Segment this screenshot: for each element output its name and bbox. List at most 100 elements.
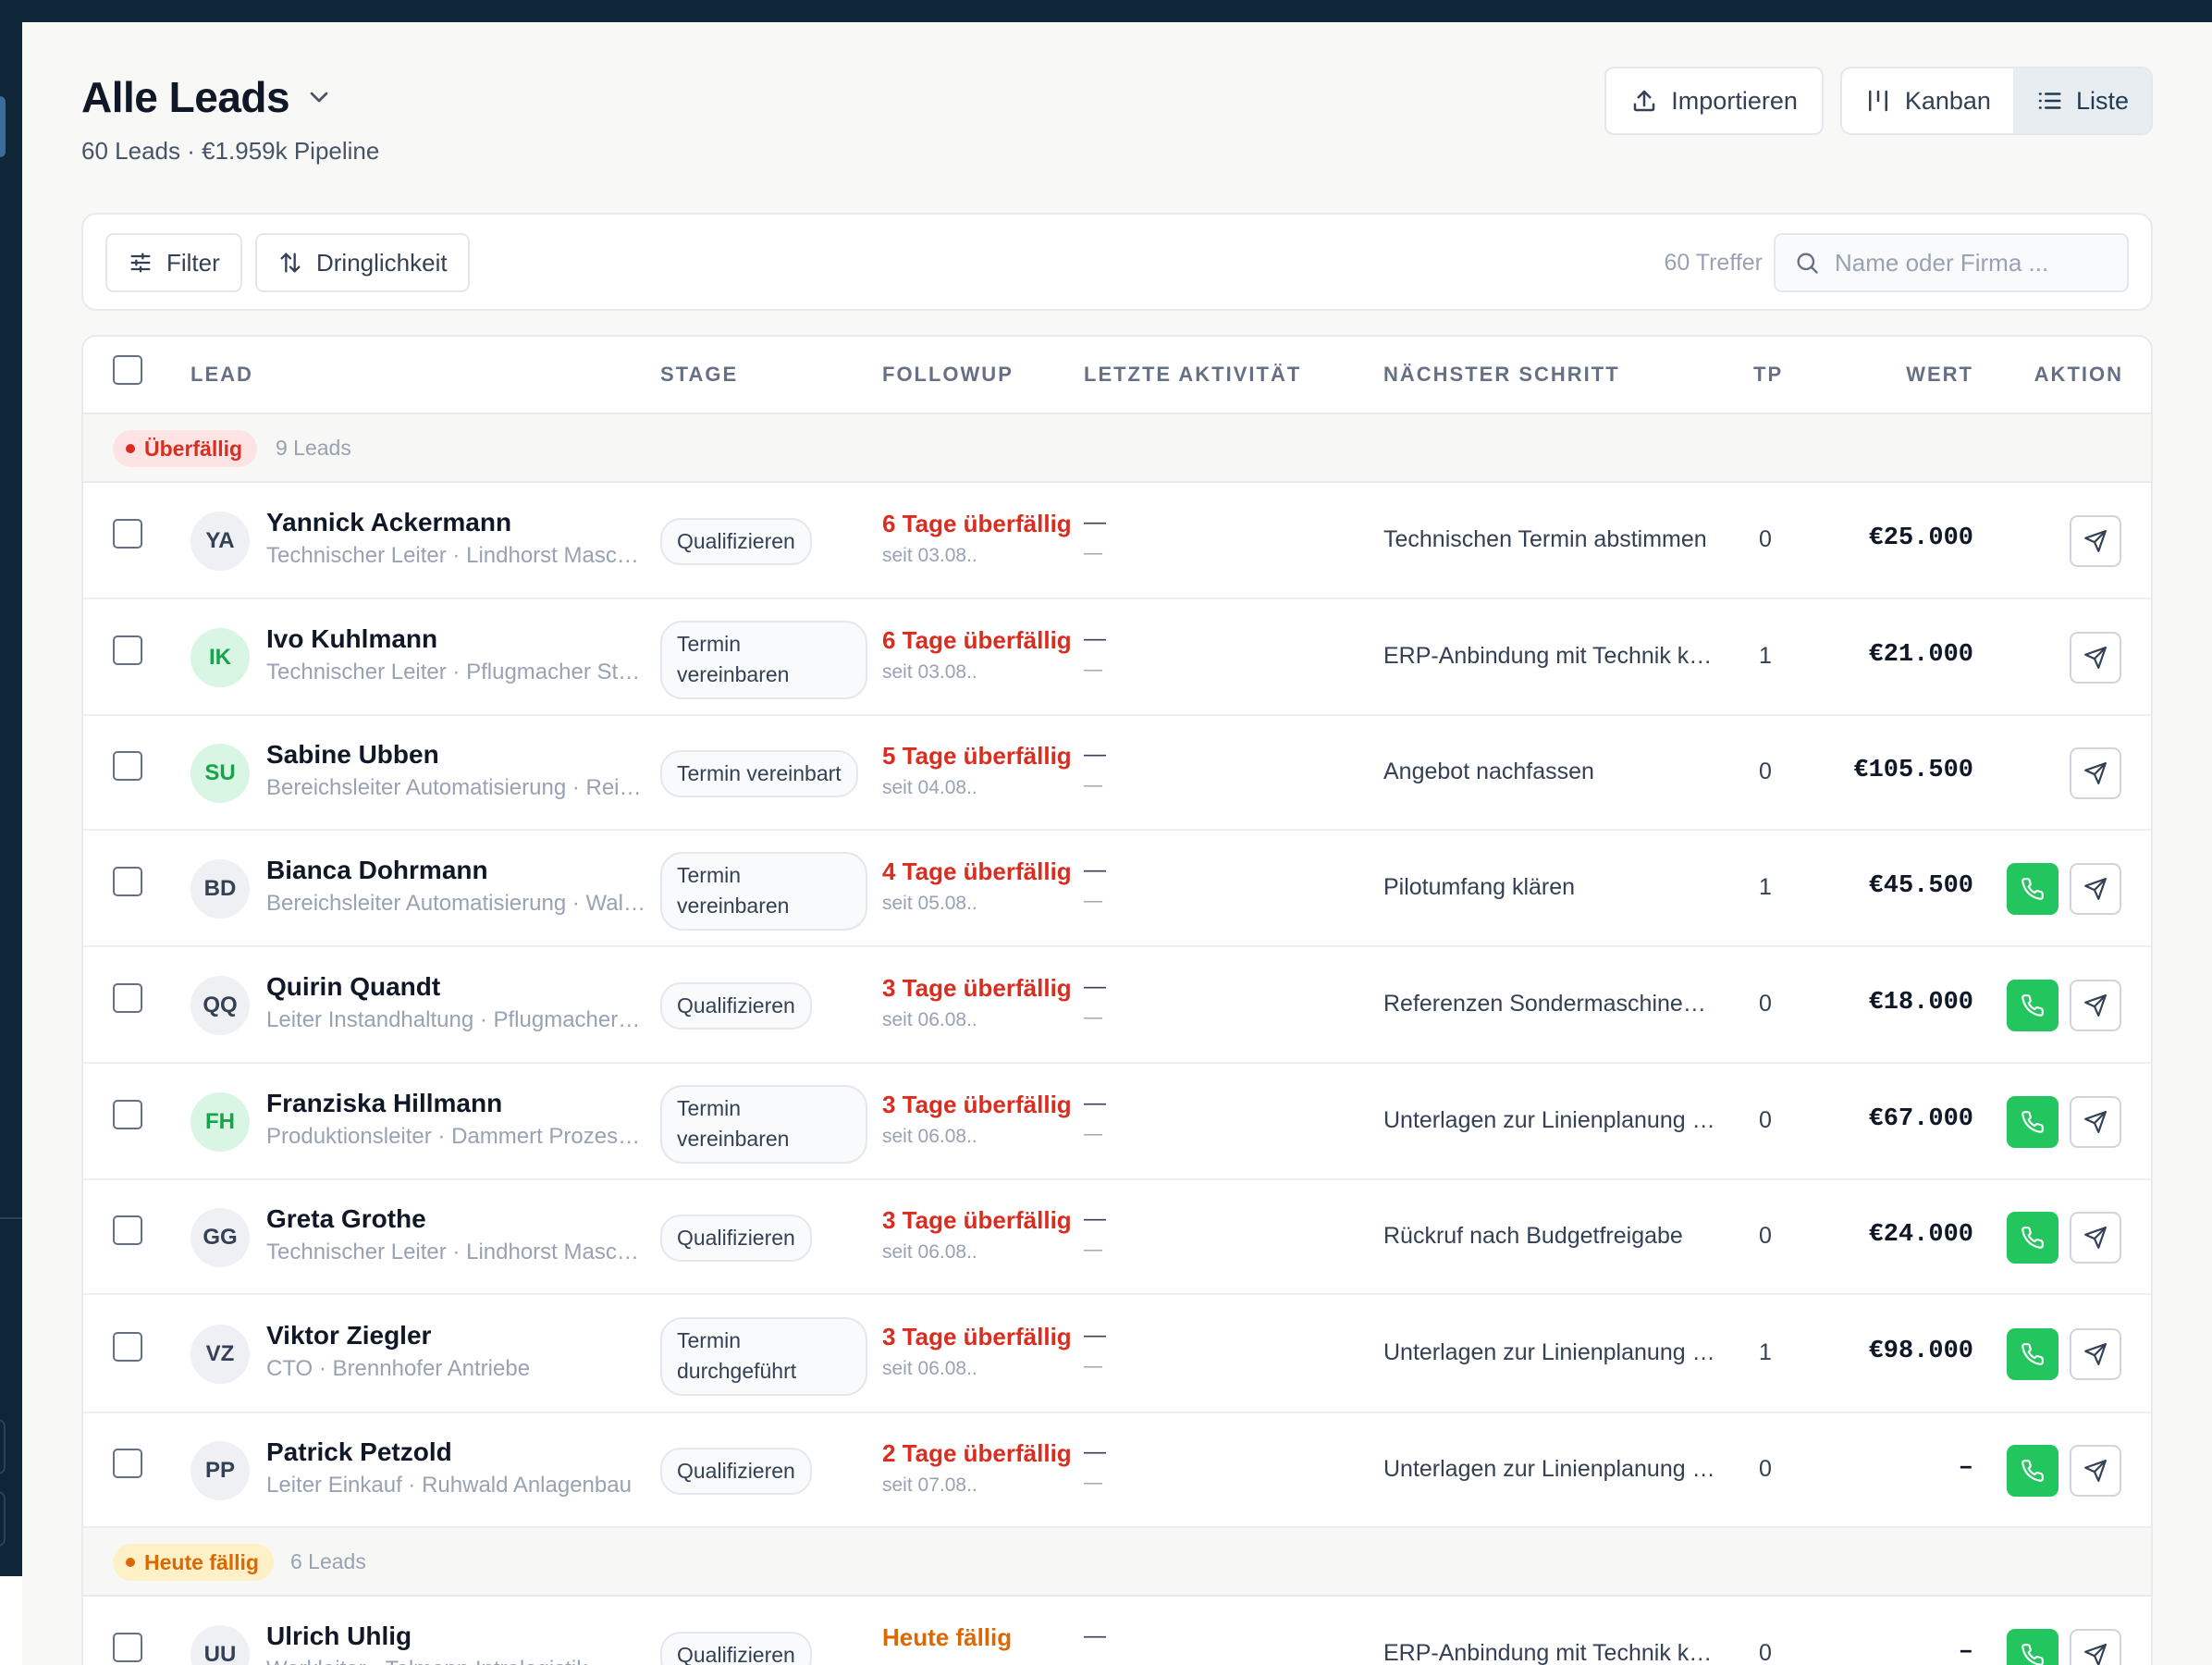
- row-checkbox[interactable]: [113, 751, 142, 781]
- call-button[interactable]: [2007, 1445, 2058, 1497]
- column-header-stage[interactable]: STAGE: [660, 363, 738, 387]
- lead-name[interactable]: Quirin Quandt: [266, 972, 440, 1002]
- column-header-action: AKTION: [2034, 363, 2123, 386]
- table-row[interactable]: QQ Quirin Quandt Leiter Instandhaltung · P…: [83, 947, 2151, 1064]
- stage-badge[interactable]: Qualifizieren: [660, 1215, 812, 1263]
- page-subtitle: 60 Leads · €1.959k Pipeline: [81, 137, 380, 165]
- sort-button-label: Dringlichkeit: [316, 248, 448, 277]
- filter-button[interactable]: Filter: [105, 233, 242, 292]
- lead-subtitle: Produktionsleiter · Dammert Prozesstechn…: [266, 1124, 645, 1149]
- tp-count: 0: [1759, 758, 1772, 784]
- send-button[interactable]: [2070, 632, 2121, 684]
- sidebar-active-indicator[interactable]: [0, 96, 6, 157]
- lead-name[interactable]: Greta Grothe: [266, 1204, 426, 1234]
- stage-badge[interactable]: Qualifizieren: [660, 982, 812, 1030]
- row-checkbox[interactable]: [113, 519, 142, 549]
- stage-badge[interactable]: Termin durchgeführt: [660, 1317, 867, 1396]
- column-header-tp[interactable]: TP: [1753, 363, 1783, 387]
- lead-name[interactable]: Patrick Petzold: [266, 1437, 452, 1467]
- table-row[interactable]: SU Sabine Ubben Bereichsleiter Automatisie…: [83, 716, 2151, 831]
- send-button[interactable]: [2070, 1328, 2121, 1380]
- last-activity: —: [1084, 510, 1106, 535]
- table-row[interactable]: FH Franziska Hillmann Produktionsleiter · …: [83, 1064, 2151, 1180]
- send-button[interactable]: [2070, 747, 2121, 799]
- last-activity-sub: —: [1084, 775, 1102, 796]
- table-header: LEAD STAGE FOLLOWUP LETZTE AKTIVITÄT NÄC…: [83, 337, 2151, 414]
- view-list-button[interactable]: Liste: [2012, 68, 2151, 133]
- table-row[interactable]: YA Yannick Ackermann Technischer Leiter · …: [83, 483, 2151, 599]
- lead-name[interactable]: Franziska Hillmann: [266, 1089, 502, 1118]
- send-button[interactable]: [2070, 1629, 2121, 1665]
- next-step: Unterlagen zur Linienplanung senden: [1383, 1107, 1716, 1133]
- stage-badge[interactable]: Termin vereinbaren: [660, 1085, 867, 1164]
- table-row[interactable]: UU Ulrich Uhlig Werkleiter · Tolmann Intra…: [83, 1597, 2151, 1665]
- avatar: SU: [190, 744, 250, 803]
- row-checkbox[interactable]: [113, 867, 142, 896]
- call-button[interactable]: [2007, 863, 2058, 915]
- row-checkbox[interactable]: [113, 1332, 142, 1362]
- table-row[interactable]: BD Bianca Dohrmann Bereichsleiter Automati…: [83, 831, 2151, 947]
- row-checkbox[interactable]: [113, 1449, 142, 1478]
- page-title-row[interactable]: Alle Leads: [81, 72, 334, 122]
- phone-icon: [2022, 994, 2044, 1017]
- lead-name[interactable]: Yannick Ackermann: [266, 508, 511, 537]
- row-checkbox[interactable]: [113, 1633, 142, 1662]
- column-header-value[interactable]: WERT: [1906, 363, 1973, 387]
- stage-badge[interactable]: Qualifizieren: [660, 1448, 812, 1496]
- search-box[interactable]: [1774, 233, 2129, 292]
- row-checkbox[interactable]: [113, 983, 142, 1013]
- import-button[interactable]: Importieren: [1604, 67, 1824, 135]
- stage-badge[interactable]: Qualifizieren: [660, 1632, 812, 1665]
- view-kanban-button[interactable]: Kanban: [1841, 68, 2013, 133]
- view-switcher: Kanban Liste: [1839, 67, 2153, 135]
- sidebar-button[interactable]: [0, 1491, 6, 1547]
- page-title: Alle Leads: [81, 73, 290, 121]
- stage-badge[interactable]: Qualifizieren: [660, 518, 812, 566]
- stage-badge[interactable]: Termin vereinbart: [660, 750, 858, 798]
- avatar: PP: [190, 1441, 250, 1500]
- lead-name[interactable]: Ivo Kuhlmann: [266, 624, 437, 654]
- column-header-lead[interactable]: LEAD: [190, 363, 253, 387]
- sidebar-button[interactable]: [0, 1419, 6, 1474]
- stage-badge[interactable]: Termin vereinbaren: [660, 621, 867, 699]
- lead-name[interactable]: Bianca Dohrmann: [266, 856, 488, 885]
- select-all-checkbox[interactable]: [113, 355, 142, 385]
- table-row[interactable]: GG Greta Grothe Technischer Leiter · Lindh…: [83, 1180, 2151, 1295]
- send-icon: [2084, 1644, 2107, 1665]
- send-button[interactable]: [2070, 1096, 2121, 1148]
- call-button[interactable]: [2007, 1629, 2058, 1665]
- lead-name[interactable]: Viktor Ziegler: [266, 1321, 431, 1350]
- lead-name[interactable]: Ulrich Uhlig: [266, 1622, 412, 1651]
- send-icon: [2084, 1111, 2107, 1133]
- last-activity: —: [1084, 974, 1106, 999]
- phone-icon: [2022, 1343, 2044, 1365]
- call-button[interactable]: [2007, 1328, 2058, 1380]
- call-button[interactable]: [2007, 1212, 2058, 1264]
- column-header-next-step[interactable]: NÄCHSTER SCHRITT: [1383, 363, 1620, 387]
- next-step: Angebot nachfassen: [1383, 758, 1594, 784]
- call-button[interactable]: [2007, 980, 2058, 1031]
- row-checkbox[interactable]: [113, 1100, 142, 1129]
- table-row[interactable]: PP Patrick Petzold Leiter Einkauf · Ruhwal…: [83, 1413, 2151, 1528]
- lead-name[interactable]: Sabine Ubben: [266, 740, 439, 770]
- chevron-down-icon[interactable]: [304, 82, 334, 112]
- sort-button[interactable]: Dringlichkeit: [255, 233, 470, 292]
- followup-status: 6 Tage überfällig: [882, 510, 1072, 537]
- send-button[interactable]: [2070, 1445, 2121, 1497]
- send-button[interactable]: [2070, 980, 2121, 1031]
- table-row[interactable]: VZ Viktor Ziegler CTO · Brennhofer Antrieb…: [83, 1295, 2151, 1413]
- send-button[interactable]: [2070, 1212, 2121, 1264]
- followup-status: 6 Tage überfällig: [882, 626, 1072, 654]
- row-checkbox[interactable]: [113, 635, 142, 665]
- send-button[interactable]: [2070, 515, 2121, 567]
- row-checkbox[interactable]: [113, 1215, 142, 1245]
- search-input[interactable]: [1835, 248, 2112, 278]
- stage-badge[interactable]: Termin vereinbaren: [660, 852, 867, 931]
- call-button[interactable]: [2007, 1096, 2058, 1148]
- phone-icon: [2022, 1227, 2044, 1249]
- table-row[interactable]: IK Ivo Kuhlmann Technischer Leiter · Pflug…: [83, 599, 2151, 716]
- lead-subtitle: Bereichsleiter Automatisierung · Reimers…: [266, 775, 645, 800]
- column-header-last-activity[interactable]: LETZTE AKTIVITÄT: [1084, 363, 1301, 387]
- column-header-followup[interactable]: FOLLOWUP: [882, 363, 1014, 387]
- send-button[interactable]: [2070, 863, 2121, 915]
